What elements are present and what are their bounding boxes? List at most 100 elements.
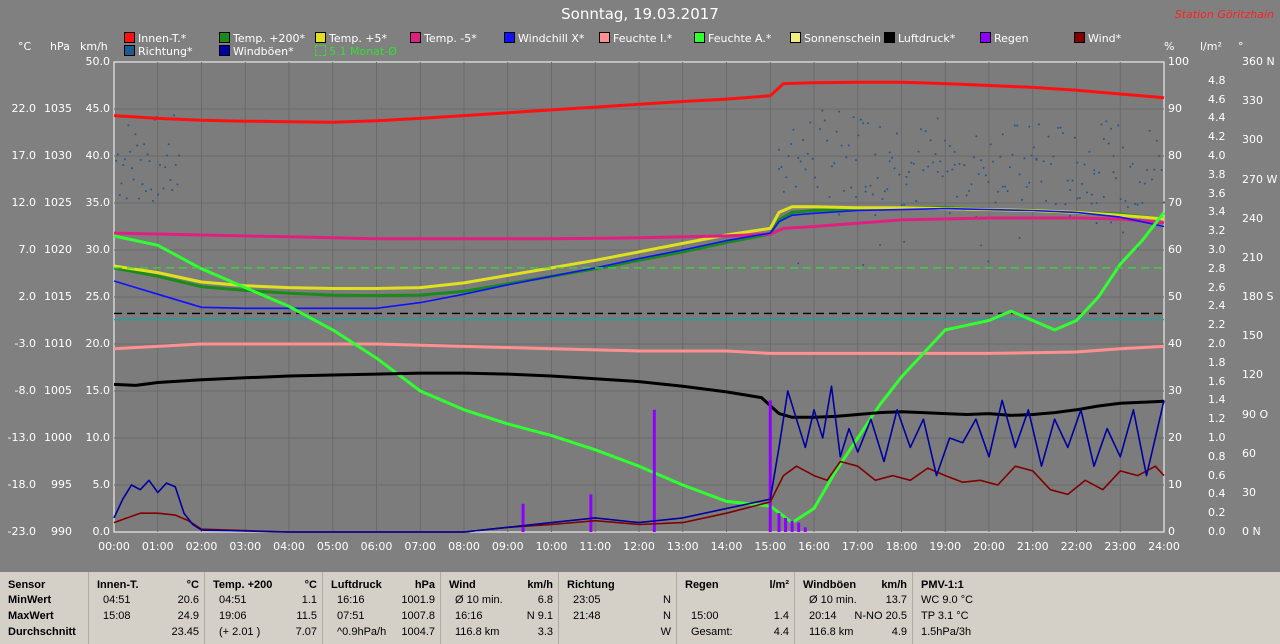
- stats-col-luftdruck: Luftdruck hPa 16:16 1001.9 07:51 1007.8 ^0.9hP…: [322, 572, 441, 644]
- temp-tick: 22.0: [11, 102, 37, 115]
- kmh-tick: 30.0: [85, 243, 111, 256]
- weather-chart-window: { "header": { "title": "Sonntag, 19.03.2…: [0, 0, 1280, 644]
- time-tick: 05:00: [316, 540, 349, 553]
- direction-point: [165, 154, 168, 157]
- direction-point: [1141, 201, 1144, 204]
- direction-point: [874, 214, 877, 217]
- direction-tick: 330: [1242, 94, 1263, 108]
- stats-header: Luftdruck: [331, 579, 382, 591]
- time-tick: 11:00: [579, 540, 612, 553]
- direction-point: [1098, 171, 1101, 174]
- stats-value: 3.3: [537, 626, 553, 638]
- direction-point: [1093, 169, 1096, 172]
- direction-point: [835, 130, 838, 133]
- direction-point: [1016, 124, 1019, 127]
- direction-point: [1033, 146, 1036, 149]
- direction-point: [1095, 202, 1098, 205]
- direction-point: [1035, 158, 1038, 161]
- stats-unit: km/h: [527, 579, 553, 591]
- rain-tick: 4.6: [1208, 92, 1226, 106]
- direction-tick: 210: [1242, 250, 1263, 264]
- stats-time: Gesamt:: [691, 626, 733, 638]
- direction-point: [939, 160, 942, 163]
- pct-tick: 80: [1168, 149, 1182, 162]
- direction-point: [1112, 154, 1115, 157]
- direction-point: [1148, 129, 1151, 132]
- direction-point: [816, 186, 819, 189]
- time-tick: 04:00: [273, 540, 305, 553]
- time-tick: 16:00: [798, 540, 830, 553]
- rain-tick: 4.2: [1208, 130, 1226, 144]
- direction-point: [989, 143, 992, 146]
- direction-point: [838, 110, 841, 113]
- time-tick: 21:00: [1016, 540, 1049, 553]
- direction-point: [852, 116, 855, 119]
- stats-value: 4.4: [773, 626, 789, 638]
- rain-bar: [803, 527, 807, 532]
- direction-point: [838, 213, 841, 216]
- stats-row-labels: Sensor MinWert MaxWert Durchschnitt: [0, 572, 88, 644]
- stats-time: 15:00: [691, 610, 719, 622]
- time-tick: 17:00: [841, 540, 874, 553]
- direction-point: [169, 178, 172, 181]
- direction-tick: 360 N: [1242, 55, 1275, 68]
- direction-point: [924, 130, 927, 133]
- time-tick: 01:00: [141, 540, 174, 553]
- kmh-tick: 35.0: [85, 196, 111, 209]
- direction-point: [840, 144, 843, 147]
- direction-point: [953, 163, 956, 166]
- time-tick: 09:00: [491, 540, 524, 553]
- direction-point: [948, 212, 951, 215]
- row-label-max: MaxWert: [8, 610, 54, 622]
- direction-point: [1018, 236, 1021, 239]
- kmh-tick: 40.0: [85, 149, 111, 162]
- direction-point: [823, 119, 826, 122]
- direction-point: [799, 160, 802, 163]
- direction-tick: 300: [1242, 133, 1263, 147]
- direction-point: [171, 189, 174, 192]
- direction-point: [809, 121, 812, 124]
- rain-bar: [797, 522, 801, 532]
- kmh-tick: 45.0: [85, 102, 111, 115]
- stats-col-wind: Wind km/h Ø 10 min. 6.8 16:16 N 9.1 116.8 km 3.…: [440, 572, 559, 644]
- pct-tick: 0: [1168, 525, 1175, 538]
- direction-point: [881, 198, 884, 201]
- direction-point: [804, 168, 807, 171]
- stats-col-temp200: Temp. +200 °C 04:51 1.1 19:06 11.5 (+ 2.01 ) 7.…: [204, 572, 323, 644]
- stats-value: 6.8: [537, 594, 553, 606]
- time-tick: 07:00: [404, 540, 437, 553]
- stats-time: 116.8 km: [809, 626, 854, 638]
- time-tick: 18:00: [885, 540, 918, 553]
- rain-bar: [784, 517, 788, 532]
- direction-point: [888, 160, 891, 163]
- stats-value: 1004.7: [401, 626, 435, 638]
- direction-point: [1001, 185, 1004, 188]
- stats-value: 23.45: [171, 626, 199, 638]
- time-tick: 12:00: [623, 540, 655, 553]
- direction-point: [778, 167, 780, 170]
- direction-point: [146, 153, 149, 156]
- stats-header: Regen: [685, 579, 719, 591]
- direction-point: [1150, 178, 1153, 181]
- direction-point: [1013, 124, 1016, 127]
- direction-point: [999, 155, 1002, 158]
- pct-tick: 40: [1168, 337, 1182, 350]
- time-tick: 15:00: [754, 540, 787, 553]
- direction-point: [1163, 201, 1165, 204]
- stats-value: N: [663, 610, 671, 622]
- direction-point: [1018, 173, 1021, 176]
- rain-tick: 2.2: [1208, 318, 1226, 332]
- direction-point: [1047, 135, 1050, 138]
- direction-point: [934, 153, 937, 156]
- stats-time: 04:51: [103, 594, 131, 606]
- temp-tick: 17.0: [11, 149, 37, 162]
- direction-point: [1037, 123, 1040, 126]
- stats-time: Ø 10 min.: [455, 594, 503, 606]
- direction-point: [1117, 124, 1120, 127]
- direction-point: [1042, 160, 1045, 163]
- direction-point: [1059, 126, 1062, 129]
- direction-point: [144, 190, 147, 193]
- rain-bar: [652, 409, 656, 532]
- direction-point: [1052, 155, 1055, 158]
- rain-tick: 1.4: [1208, 393, 1226, 407]
